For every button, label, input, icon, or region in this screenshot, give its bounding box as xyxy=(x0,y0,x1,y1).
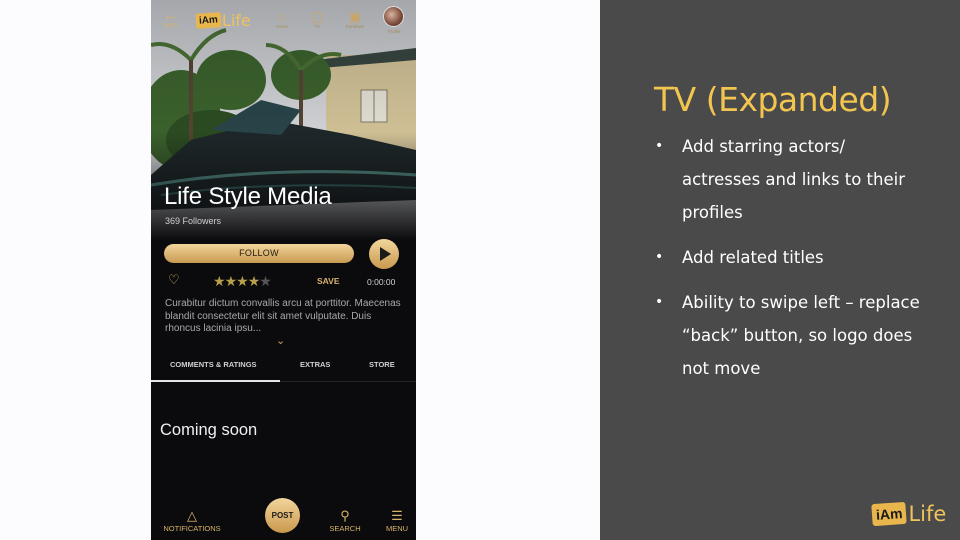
phone-screen: ← BACK iAm Life ⌂ Home ▢ TV ▣ Furniture … xyxy=(151,0,416,540)
bullet-item: • Ability to swipe left – replace “back”… xyxy=(655,286,925,385)
search-icon: ⚲ xyxy=(340,508,350,523)
bullet-item: • Add related titles xyxy=(655,241,925,274)
bullet-dot-icon: • xyxy=(655,138,664,154)
back-button[interactable]: ← BACK xyxy=(159,7,183,30)
avatar[interactable] xyxy=(383,6,404,27)
bottom-nav: △ NOTIFICATIONS POST ⚲ SEARCH ☰ MENU xyxy=(151,494,416,540)
page-title: Life Style Media xyxy=(164,183,332,210)
bullet-item: • Add starring actors/ actresses and lin… xyxy=(655,130,925,229)
nav-tv[interactable]: ▢ TV xyxy=(304,9,330,29)
post-button[interactable]: POST xyxy=(265,498,300,533)
notes-panel: TV (Expanded) • Add starring actors/ act… xyxy=(600,0,960,540)
follow-button[interactable]: FOLLOW xyxy=(164,244,354,263)
save-button[interactable]: SAVE xyxy=(317,276,340,286)
slide: ← BACK iAm Life ⌂ Home ▢ TV ▣ Furniture … xyxy=(0,0,960,540)
bullet-list: • Add starring actors/ actresses and lin… xyxy=(655,130,925,397)
bullet-text: Add related titles xyxy=(682,248,824,267)
star-icon[interactable]: ★ xyxy=(248,273,261,289)
bullet-text: Add starring actors/ actresses and links… xyxy=(682,137,905,222)
tv-icon: ▢ xyxy=(310,9,324,24)
heart-icon[interactable]: ♡ xyxy=(168,273,180,287)
description-text: Curabitur dictum convallis arcu at portt… xyxy=(165,298,401,334)
nav-furniture[interactable]: ▣ Furniture xyxy=(342,9,368,29)
star-icon[interactable]: ★ xyxy=(259,273,272,289)
sofa-icon: ▣ xyxy=(348,9,362,24)
star-rating[interactable]: ★★★★★ xyxy=(213,273,272,289)
tab-store[interactable]: STORE xyxy=(369,360,395,369)
duration-time: 0:00:00 xyxy=(367,277,396,287)
home-icon: ⌂ xyxy=(278,9,286,24)
notifications-label: NOTIFICATIONS xyxy=(163,524,221,533)
menu-button[interactable]: ☰ MENU xyxy=(381,508,413,533)
tab-comments-ratings[interactable]: COMMENTS & RATINGS xyxy=(170,360,257,369)
app-logo[interactable]: iAm Life xyxy=(195,10,251,30)
star-icon[interactable]: ★ xyxy=(225,273,238,289)
notifications-button[interactable]: △ NOTIFICATIONS xyxy=(160,508,224,533)
action-row: ♡ ★★★★★ SAVE 0:00:00 xyxy=(151,273,416,290)
tab-bar: COMMENTS & RATINGS EXTRAS STORE xyxy=(151,352,416,382)
nav-home[interactable]: ⌂ Home xyxy=(269,9,295,29)
nav-home-label: Home xyxy=(275,24,288,29)
play-button[interactable] xyxy=(369,239,399,269)
star-icon[interactable]: ★ xyxy=(236,273,249,289)
bullet-dot-icon: • xyxy=(655,294,664,310)
logo-life: Life xyxy=(221,10,251,30)
coming-soon-text: Coming soon xyxy=(160,421,258,439)
bullet-dot-icon: • xyxy=(655,249,664,265)
menu-icon: ☰ xyxy=(391,508,403,523)
tab-extras[interactable]: EXTRAS xyxy=(300,360,330,369)
chevron-down-icon[interactable]: ⌄ xyxy=(276,334,285,347)
active-tab-indicator xyxy=(151,380,280,382)
logo-iam: iAm xyxy=(195,11,222,29)
search-button[interactable]: ⚲ SEARCH xyxy=(325,508,365,533)
menu-label: MENU xyxy=(385,524,409,533)
bullet-text: Ability to swipe left – replace “back” b… xyxy=(682,293,920,378)
top-bar: ← BACK iAm Life ⌂ Home ▢ TV ▣ Furniture … xyxy=(151,0,416,40)
logo-life: Life xyxy=(908,502,947,526)
logo-iam: iAm xyxy=(871,501,908,527)
panel-title: TV (Expanded) xyxy=(654,80,892,119)
nav-tv-label: TV xyxy=(314,24,320,29)
bell-icon: △ xyxy=(187,508,197,523)
search-label: SEARCH xyxy=(329,524,361,533)
nav-furniture-label: Furniture xyxy=(345,24,364,29)
nav-profile-label: Profile xyxy=(387,29,401,34)
brand-logo: iAm Life xyxy=(871,501,947,527)
followers-count: 369 Followers xyxy=(165,216,222,226)
arrow-left-icon: ← xyxy=(163,7,179,24)
star-icon[interactable]: ★ xyxy=(213,273,226,289)
play-icon xyxy=(380,247,391,261)
